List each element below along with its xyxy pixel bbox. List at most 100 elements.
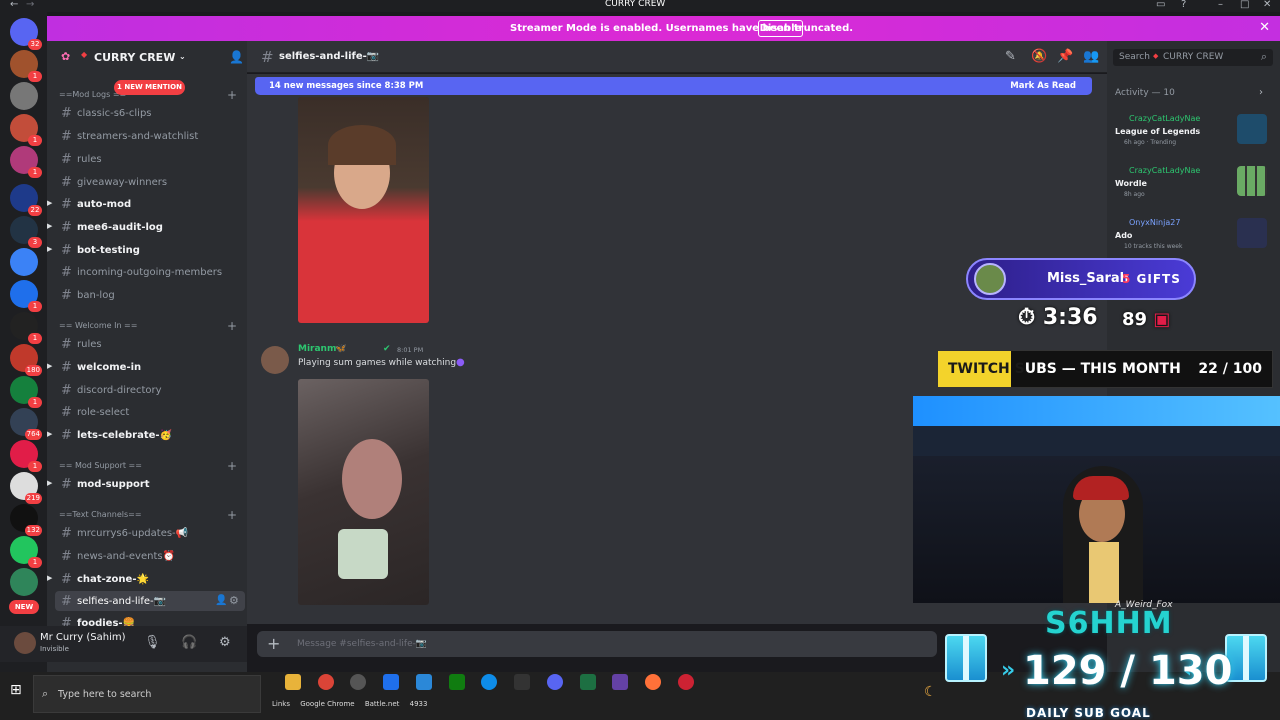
bookmark-item[interactable]: 4933 xyxy=(410,700,428,708)
pin-icon[interactable]: 📌 xyxy=(1057,49,1073,64)
server-icon[interactable] xyxy=(10,248,38,276)
photo-attachment[interactable] xyxy=(298,379,429,605)
channel-item[interactable]: ▶ # chat-zone-🌟 xyxy=(47,569,247,589)
server-icon[interactable]: 1 xyxy=(10,50,42,82)
server-icon[interactable]: 219 xyxy=(10,472,42,504)
add-channel-icon[interactable]: + xyxy=(227,459,237,473)
windows-start-icon[interactable]: ⊞ xyxy=(10,682,22,698)
app-icon[interactable] xyxy=(514,674,530,690)
channel-item[interactable]: # giveaway-winners xyxy=(47,172,247,192)
mail-icon[interactable] xyxy=(416,674,432,690)
taskbar-search[interactable]: ⌕ Type here to search xyxy=(33,675,261,713)
minimize-icon[interactable]: – xyxy=(1218,0,1223,10)
threads-icon[interactable]: ✎ xyxy=(1005,49,1016,64)
channel-item[interactable]: ▶ # bot-testing xyxy=(47,240,247,260)
member-list-icon[interactable]: 👥 xyxy=(1083,49,1099,64)
hash-icon: # xyxy=(61,129,72,144)
server-icon[interactable]: 764 xyxy=(10,408,42,440)
channel-item[interactable]: # ban-log xyxy=(47,285,247,305)
server-icon[interactable] xyxy=(10,82,38,110)
mark-as-read-button[interactable]: Mark As Read xyxy=(1010,81,1076,91)
excel-icon[interactable] xyxy=(580,674,596,690)
new-servers-pill[interactable]: NEW xyxy=(9,600,39,614)
gear-icon[interactable]: ⚙ xyxy=(219,635,231,650)
channel-item[interactable]: # rules xyxy=(47,334,247,354)
inbox-icon[interactable]: ▭ xyxy=(1156,0,1165,10)
server-icon[interactable]: 1 xyxy=(10,312,42,344)
discord-icon[interactable] xyxy=(547,674,563,690)
server-icon[interactable]: 22 xyxy=(10,184,42,216)
category-mod-support[interactable]: == Mod Support == + xyxy=(59,459,237,473)
bookmark-item[interactable]: Google Chrome xyxy=(300,700,354,708)
server-icon[interactable]: 1 xyxy=(10,376,42,408)
maximize-icon[interactable]: □ xyxy=(1240,0,1249,10)
channel-item[interactable]: ▶ # mee6-audit-log xyxy=(47,217,247,237)
channel-item[interactable]: ▶ # lets-celebrate-🥳 xyxy=(47,425,247,445)
activity-item[interactable]: CrazyCatLadyNae League of Legends 6h ago… xyxy=(1115,114,1273,160)
xbox-icon[interactable] xyxy=(449,674,465,690)
notifications-icon[interactable]: 🔕 xyxy=(1031,49,1047,64)
channel-item[interactable]: # classic-s6-clips xyxy=(47,103,247,123)
server-icon[interactable] xyxy=(10,568,38,596)
firefox-icon[interactable] xyxy=(645,674,661,690)
add-channel-icon[interactable]: + xyxy=(227,319,237,333)
headphones-icon[interactable]: 🎧 xyxy=(181,635,197,650)
close-icon[interactable]: ✕ xyxy=(1259,20,1270,35)
selfie-image[interactable] xyxy=(298,97,429,323)
invite-icon[interactable]: 👤 xyxy=(215,595,227,606)
obs-icon[interactable] xyxy=(612,674,628,690)
message-author[interactable]: Miranm xyxy=(298,344,336,354)
server-icon[interactable]: 1 xyxy=(10,114,42,146)
help-icon[interactable]: ? xyxy=(1181,0,1186,10)
category-welcome[interactable]: == Welcome In == + xyxy=(59,319,237,333)
avatar[interactable] xyxy=(14,632,36,654)
app-icon[interactable] xyxy=(383,674,399,690)
avatar[interactable] xyxy=(261,346,289,374)
settings-icon[interactable] xyxy=(350,674,366,690)
server-header[interactable]: ✿ ◆ CURRY CREW ⌄ 👤 xyxy=(47,41,247,73)
channel-item[interactable]: # discord-directory xyxy=(47,380,247,400)
category-text-channels[interactable]: ==Text Channels== + xyxy=(59,508,237,522)
add-member-icon[interactable]: 👤 xyxy=(229,50,244,64)
attach-icon[interactable]: + xyxy=(267,634,280,653)
channel-item[interactable]: ▶ # auto-mod xyxy=(47,194,247,214)
app-icon[interactable] xyxy=(678,674,694,690)
close-window-icon[interactable]: ✕ xyxy=(1263,0,1271,10)
new-messages-bar[interactable]: 14 new messages since 8:38 PM Mark As Re… xyxy=(255,77,1092,95)
chevron-right-icon[interactable]: › xyxy=(1259,87,1263,98)
disable-streamer-mode-button[interactable]: Disable xyxy=(758,20,803,37)
message-input[interactable] xyxy=(297,635,897,653)
channel-item[interactable]: ▶ # mod-support xyxy=(47,474,247,494)
edge-icon[interactable] xyxy=(481,674,497,690)
server-icon[interactable]: 180 xyxy=(10,344,42,376)
server-icon[interactable]: 3 xyxy=(10,216,42,248)
new-mention-pill[interactable]: 1 NEW MENTION xyxy=(114,80,185,95)
add-channel-icon[interactable]: + xyxy=(227,508,237,522)
channel-item[interactable]: # streamers-and-watchlist xyxy=(47,126,247,146)
channel-item[interactable]: # role-select xyxy=(47,402,247,422)
bookmark-item[interactable]: Battle.net xyxy=(365,700,400,708)
search-input[interactable]: Search ◆ CURRY CREW ⌕ xyxy=(1113,49,1273,66)
server-badge: 1 xyxy=(28,333,42,344)
activity-item[interactable]: CrazyCatLadyNae Wordle 8h ago xyxy=(1115,166,1273,212)
add-channel-icon[interactable]: + xyxy=(227,88,237,102)
server-icon[interactable]: 1 xyxy=(10,440,42,472)
chrome-icon[interactable] xyxy=(318,674,334,690)
forward-arrow-icon[interactable]: → xyxy=(26,0,34,10)
microphone-icon[interactable]: 🎙 xyxy=(144,635,161,650)
server-icon[interactable]: 1 xyxy=(10,280,42,312)
channel-item[interactable]: # mrcurrys6-updates-📢 xyxy=(47,523,247,543)
home-button[interactable]: 32 xyxy=(10,18,42,50)
back-arrow-icon[interactable]: ← xyxy=(10,0,18,10)
gear-icon[interactable]: ⚙ xyxy=(229,594,239,607)
bookmark-item[interactable]: Links xyxy=(272,700,290,708)
channel-item[interactable]: # incoming-outgoing-members xyxy=(47,262,247,282)
file-explorer-icon[interactable] xyxy=(285,674,301,690)
server-icon[interactable]: 132 xyxy=(10,504,42,536)
server-icon[interactable]: 1 xyxy=(10,146,42,178)
channel-item[interactable]: ▶ # welcome-in xyxy=(47,357,247,377)
channel-item-active[interactable]: # selfies-and-life-📷 👤 ⚙ xyxy=(55,591,245,611)
channel-item[interactable]: # rules xyxy=(47,149,247,169)
server-icon[interactable]: 1 xyxy=(10,536,42,568)
channel-item[interactable]: # news-and-events⏰ xyxy=(47,546,247,566)
